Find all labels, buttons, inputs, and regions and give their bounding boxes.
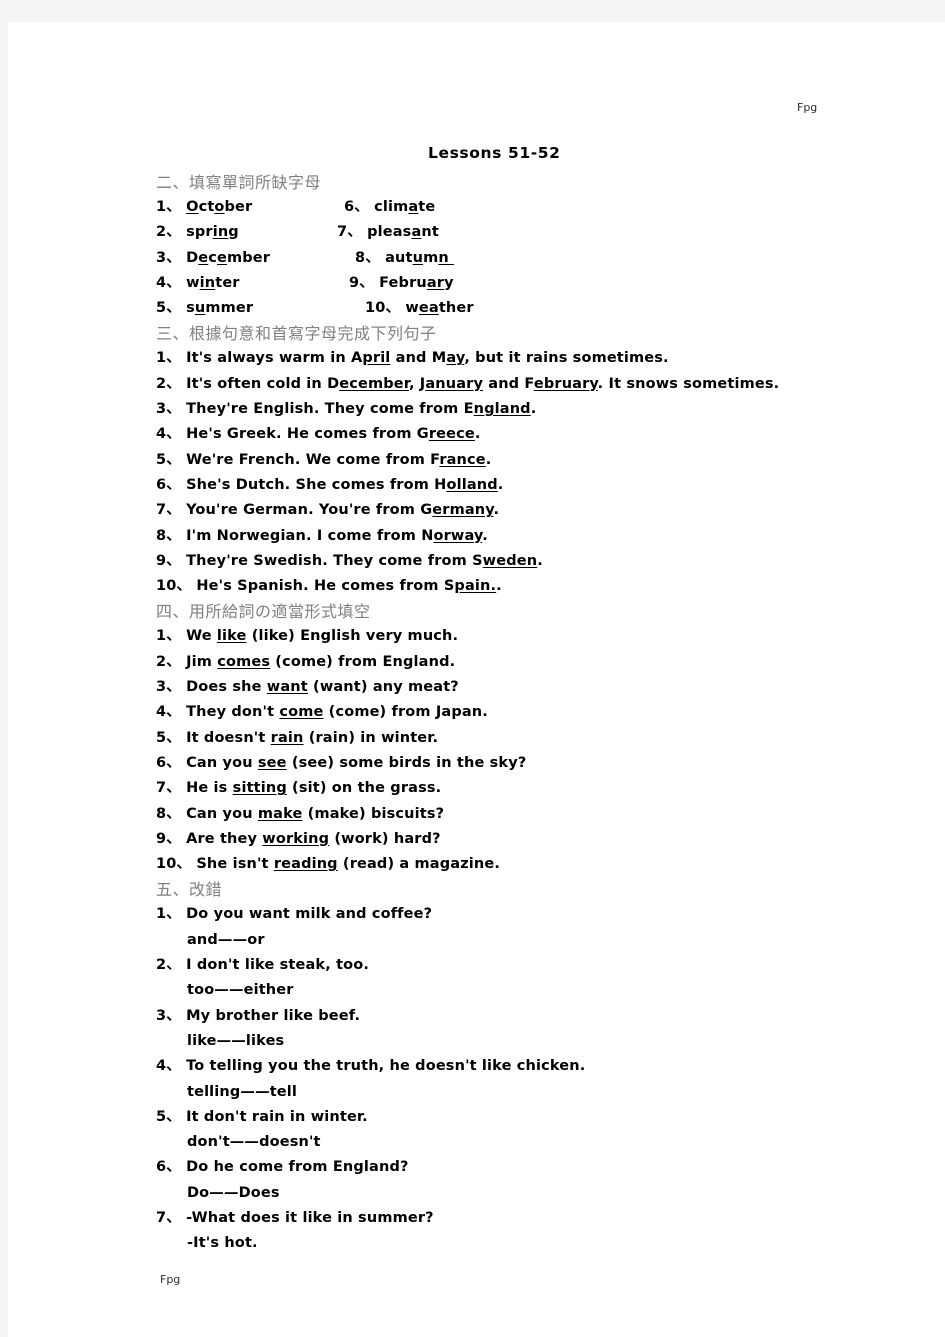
sentence-item: 6、 She's Dutch. She comes from Holland. [156, 476, 504, 493]
watermark-bottom: Fpg [160, 1273, 181, 1286]
verb-form-item: 10、 She isn't reading (read) a magazine. [156, 856, 501, 873]
word-row: 5、 summer 10、 weather [156, 296, 896, 321]
document-page: Fpg Lessons 51-52 二、填寫單詞所缺字母 1、 October … [8, 22, 945, 1337]
correction-answer: like——likes [187, 1032, 285, 1049]
word-row: 2、 spring 7、 pleasant [156, 220, 896, 245]
word-row: 3、 December 8、 autumn [156, 246, 896, 271]
word-item-5: 5、 summer [156, 300, 254, 317]
document-content: Lessons 51-52 二、填寫單詞所缺字母 1、 October 6、 c… [156, 142, 896, 1257]
verb-form-item: 5、 It doesn't rain (rain) in winter. [156, 729, 439, 746]
word-row: 1、 October 6、 climate [156, 195, 896, 220]
page-title: Lessons 51-52 [428, 144, 561, 162]
section-heading-3: 三、根據句意和首寫字母完成下列句子 [156, 324, 437, 344]
verb-form-item: 9、 Are they working (work) hard? [156, 830, 441, 847]
sentence-item: 1、 It's always warm in April and May, bu… [156, 350, 669, 367]
watermark-top: Fpg [797, 101, 818, 114]
correction-item: 7、 -What does it like in summer? [156, 1209, 434, 1226]
correction-item: 2、 I don't like steak, too. [156, 957, 370, 974]
verb-form-item: 6、 Can you see (see) some birds in the s… [156, 754, 527, 771]
correction-answer: and——or [187, 931, 265, 948]
word-item-2: 2、 spring [156, 224, 239, 241]
correction-answer: telling——tell [187, 1083, 298, 1100]
verb-form-item: 4、 They don't come (come) from Japan. [156, 704, 488, 721]
word-item-10: 10、 weather [365, 300, 474, 317]
word-item-4: 4、 winter [156, 274, 240, 291]
word-item-6: 6、 climate [344, 199, 436, 215]
section-heading-4: 四、用所給詞の適當形式填空 [156, 602, 371, 622]
sentence-item: 5、 We're French. We come from France. [156, 451, 492, 468]
verb-form-item: 7、 He is sitting (sit) on the grass. [156, 780, 442, 797]
word-item-8: 8、 autumn [355, 249, 454, 266]
sentence-item: 3、 They're English. They come from Engla… [156, 401, 537, 418]
word-item-1: 1、 October [156, 199, 253, 215]
sentence-item: 4、 He's Greek. He comes from Greece. [156, 426, 481, 443]
correction-item: 3、 My brother like beef. [156, 1007, 361, 1024]
verb-form-item: 8、 Can you make (make) biscuits? [156, 805, 445, 822]
word-item-3: 3、 December [156, 249, 271, 266]
sentence-item: 2、 It's often cold in December, January … [156, 375, 780, 392]
section-heading-5: 五、改錯 [156, 880, 223, 900]
sentence-item: 9、 They're Swedish. They come from Swede… [156, 552, 543, 569]
correction-item: 6、 Do he come from England? [156, 1159, 409, 1176]
correction-answer: too——either [187, 982, 294, 999]
section-heading-2: 二、填寫單詞所缺字母 [156, 173, 322, 192]
correction-item: 5、 It don't rain in winter. [156, 1108, 368, 1125]
verb-form-item: 1、 We like (like) English very much. [156, 628, 459, 645]
correction-item: 1、 Do you want milk and coffee? [156, 906, 433, 923]
correction-answer: -It's hot. [187, 1235, 258, 1252]
word-item-7: 7、 pleasant [337, 224, 439, 241]
correction-answer: don't——doesn't [187, 1134, 321, 1151]
correction-answer: Do——Does [187, 1184, 280, 1201]
sentence-item: 8、 I'm Norwegian. I come from Norway. [156, 527, 488, 544]
word-item-9: 9、 February [349, 274, 454, 291]
word-row: 4、 winter 9、 February [156, 271, 896, 296]
correction-item: 4、 To telling you the truth, he doesn't … [156, 1058, 586, 1075]
verb-form-item: 3、 Does she want (want) any meat? [156, 679, 459, 696]
sentence-item: 7、 You're German. You're from Germany. [156, 502, 500, 519]
sentence-item: 10、 He's Spanish. He comes from Spain.. [156, 578, 502, 595]
verb-form-item: 2、 Jim comes (come) from England. [156, 653, 456, 670]
